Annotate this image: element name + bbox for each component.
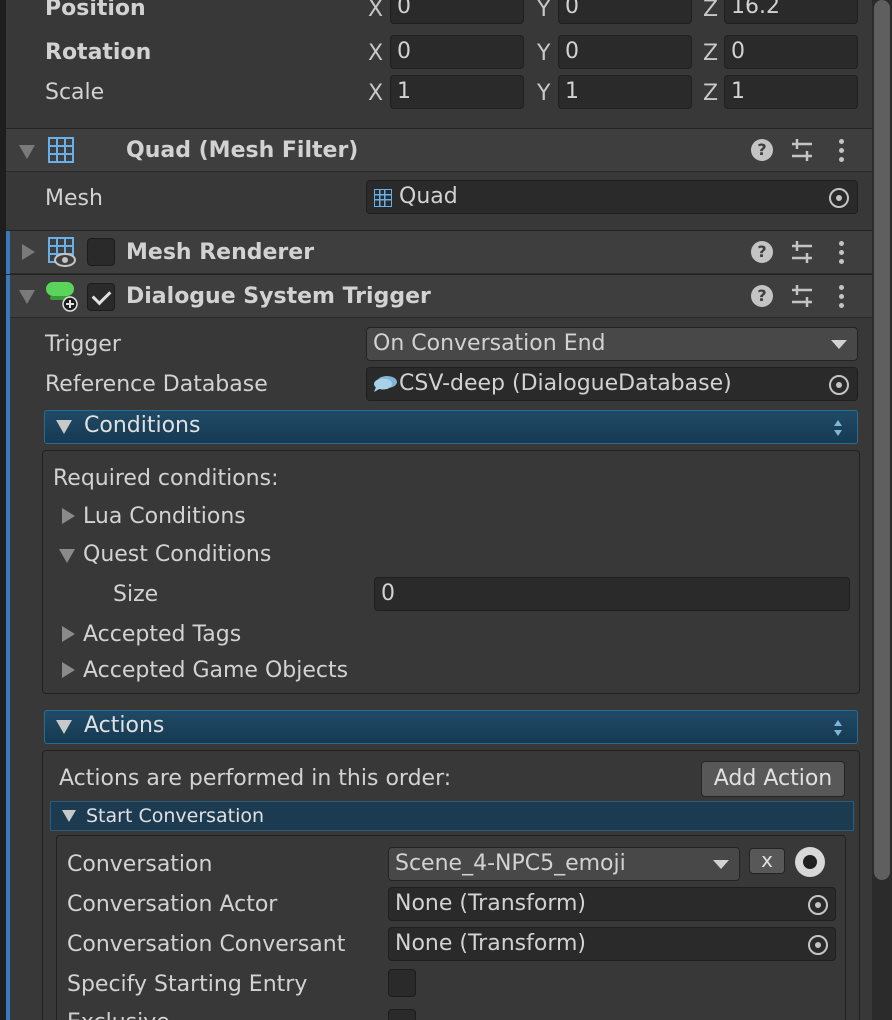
- mesh-value-grid-icon: [374, 189, 392, 207]
- actions-fold-icon[interactable]: [56, 720, 72, 734]
- quest-conditions-size-label: Size: [113, 582, 159, 607]
- rotation-z-field[interactable]: 0: [724, 35, 858, 69]
- accepted-game-objects-fold-icon[interactable]: [62, 662, 75, 678]
- lua-conditions-fold-icon[interactable]: [62, 508, 75, 524]
- dialogue-trigger-green-icon: [46, 282, 78, 312]
- mesh-filter-presets-icon[interactable]: [790, 138, 814, 162]
- conditions-title: Conditions: [84, 413, 201, 438]
- mesh-filter-grid-icon: [48, 137, 74, 163]
- position-z-axis[interactable]: Z: [703, 0, 718, 21]
- specify-starting-entry-checkbox[interactable]: [388, 969, 416, 997]
- conversation-conversant-field[interactable]: None (Transform): [388, 927, 836, 961]
- dialogue-trigger-presets-icon[interactable]: [790, 284, 814, 308]
- conversation-picker-icon[interactable]: [795, 847, 825, 877]
- accepted-game-objects-label[interactable]: Accepted Game Objects: [83, 660, 348, 682]
- rotation-z-axis[interactable]: Z: [703, 43, 718, 65]
- conversation-clear-button[interactable]: x: [749, 848, 785, 874]
- position-z-field[interactable]: 16.2: [724, 0, 858, 24]
- position-y-axis[interactable]: Y: [537, 0, 550, 21]
- mesh-renderer-presets-icon[interactable]: [790, 240, 814, 264]
- trigger-dropdown[interactable]: On Conversation End: [366, 327, 858, 361]
- conversation-dropdown-arrow-icon[interactable]: [713, 860, 729, 869]
- mesh-renderer-menu-icon[interactable]: [839, 241, 845, 265]
- position-y-field[interactable]: 0: [558, 0, 692, 24]
- specify-starting-entry-label: Specify Starting Entry: [67, 972, 308, 997]
- start-conversation-title: Start Conversation: [86, 805, 265, 827]
- trigger-dropdown-arrow-icon[interactable]: [831, 340, 847, 349]
- position-x-field[interactable]: 0: [390, 0, 524, 24]
- rotation-y-axis[interactable]: Y: [537, 43, 550, 65]
- accepted-tags-label[interactable]: Accepted Tags: [83, 624, 241, 646]
- scale-z-field[interactable]: 1: [724, 75, 858, 109]
- mesh-renderer-enabled-checkbox[interactable]: [87, 238, 115, 266]
- mesh-renderer-help-icon[interactable]: ?: [751, 241, 773, 263]
- database-speech-bubble-icon: [374, 376, 397, 392]
- scale-x-axis[interactable]: X: [368, 83, 383, 105]
- conversation-dropdown[interactable]: Scene_4-NPC5_emoji: [388, 847, 740, 881]
- exclusive-checkbox[interactable]: [388, 1009, 416, 1020]
- mesh-renderer-fold-icon[interactable]: [22, 244, 35, 260]
- dialogue-trigger-fold-icon[interactable]: [19, 290, 35, 304]
- rotation-x-field[interactable]: 0: [390, 35, 524, 69]
- conversation-conversant-label: Conversation Conversant: [67, 932, 346, 957]
- add-action-button[interactable]: Add Action: [701, 761, 845, 797]
- conditions-fold-icon[interactable]: [56, 420, 72, 434]
- conversation-actor-picker-icon[interactable]: [808, 895, 828, 915]
- rotation-label: Rotation: [45, 40, 152, 65]
- actions-section-header[interactable]: [44, 710, 858, 744]
- dialogue-trigger-active-bar: [6, 275, 10, 1020]
- conversation-actor-label: Conversation Actor: [67, 892, 278, 917]
- mesh-filter-fold-icon[interactable]: [19, 145, 35, 159]
- actions-reorder-icon[interactable]: [832, 718, 844, 738]
- scale-x-field[interactable]: 1: [390, 75, 524, 109]
- scale-y-axis[interactable]: Y: [537, 83, 550, 105]
- actions-title: Actions: [84, 713, 165, 738]
- dialogue-trigger-enabled-checkbox[interactable]: [87, 283, 115, 311]
- conversation-conversant-picker-icon[interactable]: [808, 935, 828, 955]
- position-x-axis[interactable]: X: [368, 0, 383, 21]
- accepted-tags-fold-icon[interactable]: [62, 626, 75, 642]
- scale-z-axis[interactable]: Z: [703, 83, 718, 105]
- dialogue-trigger-title: Dialogue System Trigger: [126, 284, 431, 309]
- conditions-reorder-icon[interactable]: [832, 418, 844, 438]
- mesh-renderer-eye-icon: [54, 253, 76, 267]
- start-conversation-fold-icon[interactable]: [62, 810, 76, 822]
- mesh-object-picker-icon[interactable]: [829, 188, 849, 208]
- scrollbar-thumb[interactable]: [874, 0, 890, 880]
- conversation-actor-field[interactable]: None (Transform): [388, 887, 836, 921]
- scale-y-field[interactable]: 1: [558, 75, 692, 109]
- lua-conditions-label[interactable]: Lua Conditions: [83, 506, 246, 528]
- required-conditions-label: Required conditions:: [53, 466, 279, 491]
- position-label: Position: [45, 0, 146, 21]
- rotation-y-field[interactable]: 0: [558, 35, 692, 69]
- conversation-label: Conversation: [67, 852, 213, 877]
- dialogue-trigger-menu-icon[interactable]: [839, 285, 845, 309]
- trigger-label: Trigger: [45, 332, 121, 357]
- mesh-renderer-title: Mesh Renderer: [126, 240, 315, 265]
- mesh-renderer-active-bar: [6, 231, 10, 275]
- mesh-filter-menu-icon[interactable]: [839, 139, 845, 163]
- reference-database-picker-icon[interactable]: [829, 375, 849, 395]
- scale-label: Scale: [45, 80, 105, 105]
- quest-conditions-fold-icon[interactable]: [59, 549, 75, 563]
- mesh-label: Mesh: [45, 186, 103, 211]
- mesh-filter-help-icon[interactable]: ?: [751, 139, 773, 161]
- quest-conditions-size-field[interactable]: 0: [374, 577, 850, 611]
- actions-order-text: Actions are performed in this order:: [59, 766, 452, 791]
- exclusive-label: Exclusive: [67, 1012, 170, 1020]
- quest-conditions-label[interactable]: Quest Conditions: [83, 544, 271, 566]
- rotation-x-axis[interactable]: X: [368, 43, 383, 65]
- dialogue-trigger-help-icon[interactable]: ?: [751, 285, 773, 307]
- mesh-field[interactable]: Quad: [366, 180, 858, 214]
- reference-database-label: Reference Database: [45, 372, 268, 397]
- reference-database-field[interactable]: CSV-deep (DialogueDatabase): [366, 367, 858, 401]
- mesh-filter-title: Quad (Mesh Filter): [126, 138, 359, 163]
